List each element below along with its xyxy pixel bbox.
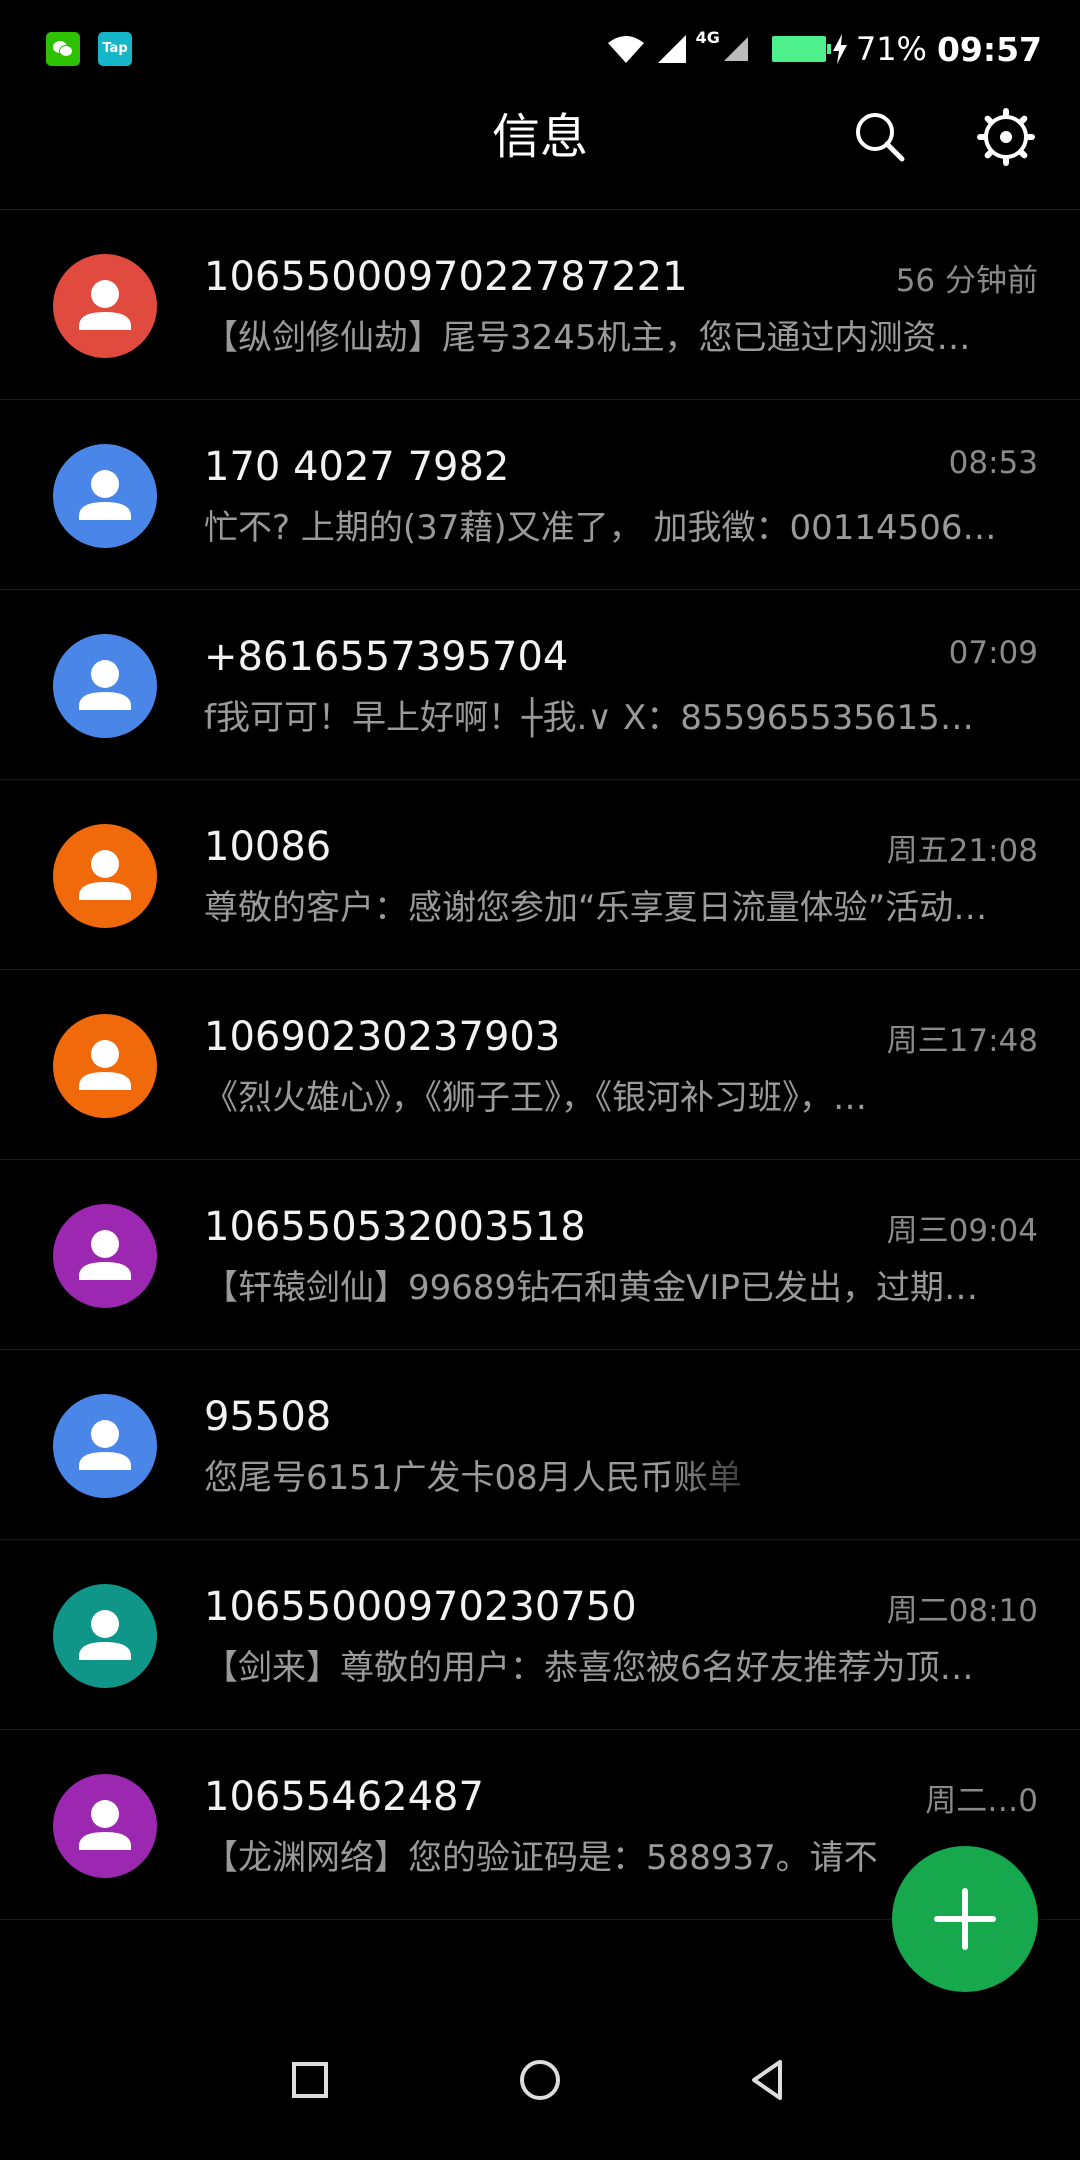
- conversation-timestamp: 56 分钟前: [895, 263, 1038, 299]
- battery-icon: [771, 36, 831, 62]
- conversation-sender: 10690230237903: [204, 1014, 561, 1060]
- network-type-label: 4G: [695, 28, 720, 47]
- conversation-row[interactable]: +8616557395704 07:09 f我可可！早上好啊！┼我.∨ X：8559…: [0, 590, 1080, 780]
- person-icon: [79, 1040, 131, 1090]
- conversation-timestamp: 周三17:48: [886, 1023, 1038, 1059]
- status-bar: Tap 4G 71% 09:57: [0, 0, 1080, 95]
- contact-avatar[interactable]: [53, 444, 157, 548]
- conversation-timestamp: 07:09: [948, 635, 1038, 671]
- conversation-sender: 170 4027 7982: [204, 444, 510, 490]
- conversation-timestamp: 08:53: [948, 445, 1038, 481]
- conversation-row[interactable]: 10690230237903 周三17:48 《烈火雄心》，《狮子王》，《银河补习班…: [0, 970, 1080, 1160]
- conversation-preview: 尊敬的客户：感谢您参加“乐享夏日流量体验”活动…: [204, 888, 988, 928]
- wifi-icon: [607, 36, 644, 63]
- wechat-notification-icon: [46, 32, 80, 66]
- settings-button[interactable]: [976, 107, 1036, 167]
- conversation-sender: +8616557395704: [204, 634, 569, 680]
- person-icon: [79, 660, 131, 710]
- conversation-preview: 《烈火雄心》，《狮子王》，《银河补习班》，…: [204, 1078, 867, 1118]
- conversation-sender: 1065500097022787221: [204, 254, 688, 300]
- person-icon: [79, 1230, 131, 1280]
- signal-strength-icon: [657, 35, 686, 63]
- conversation-list[interactable]: 【苏宁】新客有礼！开通任性贷即返20元，拒就…10655000970227872…: [0, 210, 1080, 2000]
- page-title: 信息: [491, 109, 588, 165]
- charging-bolt-icon: [832, 34, 847, 64]
- app-header: 信息: [0, 95, 1080, 210]
- person-icon: [79, 1610, 131, 1660]
- clock: 09:57: [936, 29, 1042, 69]
- settings-gear-icon: [977, 108, 1035, 166]
- back-triangle-icon[interactable]: [736, 2048, 800, 2112]
- conversation-sender: 10655000970230750: [204, 1584, 637, 1630]
- search-icon: [856, 113, 905, 162]
- conversation-row[interactable]: 10086 周五21:08 尊敬的客户：感谢您参加“乐享夏日流量体验”活动…: [0, 780, 1080, 970]
- battery-percent: 71%: [855, 30, 927, 68]
- conversation-row[interactable]: 95508 您尾号6151广发卡08月人民币账单: [0, 1350, 1080, 1540]
- contact-avatar[interactable]: [53, 1584, 157, 1688]
- conversation-sender: 95508: [204, 1394, 332, 1440]
- contact-avatar[interactable]: [53, 254, 157, 358]
- contact-avatar[interactable]: [53, 1014, 157, 1118]
- conversation-timestamp: 周二…0: [925, 1783, 1038, 1819]
- person-icon: [79, 1420, 131, 1470]
- person-icon: [79, 1800, 131, 1850]
- conversation-timestamp: 周二08:10: [886, 1593, 1038, 1629]
- person-icon: [79, 280, 131, 330]
- conversation-sender: 10086: [204, 824, 332, 870]
- contact-avatar[interactable]: [53, 634, 157, 738]
- person-icon: [79, 470, 131, 520]
- contact-avatar[interactable]: [53, 1394, 157, 1498]
- conversation-timestamp: 周五21:08: [886, 833, 1038, 869]
- system-navigation-bar: [0, 2000, 1080, 2160]
- conversation-timestamp: 周三09:04: [886, 1213, 1038, 1249]
- conversation-row[interactable]: 170 4027 7982 08:53 忙不? 上期的(37藉)又准了， 加我徵：0…: [0, 400, 1080, 590]
- tap-notification-icon: Tap: [98, 32, 132, 66]
- conversation-row[interactable]: 1065500097022787221 56 分钟前【纵剑修仙劫】尾号3245机主…: [0, 210, 1080, 400]
- contact-avatar[interactable]: [53, 1774, 157, 1878]
- conversation-sender: 106550532003518: [204, 1204, 586, 1250]
- new-message-button[interactable]: [892, 1846, 1038, 1992]
- conversation-preview: 【纵剑修仙劫】尾号3245机主，您已通过内测资…: [204, 318, 971, 358]
- signal-strength-secondary-icon: [723, 37, 748, 61]
- person-icon: [79, 850, 131, 900]
- conversation-preview: 【轩辕剑仙】99689钻石和黄金VIP已发出，过期…: [204, 1268, 978, 1308]
- conversation-row[interactable]: 10655000970230750 周二08:10 【剑来】尊敬的用户：恭喜您被6名…: [0, 1540, 1080, 1730]
- conversation-preview: 您尾号6151广发卡08月人民币账单: [204, 1458, 742, 1498]
- search-button[interactable]: [850, 107, 910, 167]
- conversation-sender: 10655462487: [204, 1774, 484, 1820]
- plus-icon: [934, 1888, 996, 1950]
- conversation-preview: f我可可！早上好啊！┼我.∨ X：855965535615…: [204, 698, 974, 738]
- conversation-preview: 忙不? 上期的(37藉)又准了， 加我徵：00114506…: [204, 508, 997, 548]
- conversation-row[interactable]: 106550532003518 周三09:04 【轩辕剑仙】99689钻石和黄金VI…: [0, 1160, 1080, 1350]
- home-circle-icon[interactable]: [508, 2048, 572, 2112]
- recent-apps-square-icon[interactable]: [278, 2048, 342, 2112]
- contact-avatar[interactable]: [53, 824, 157, 928]
- conversation-preview: 【剑来】尊敬的用户：恭喜您被6名好友推荐为顶…: [204, 1648, 974, 1688]
- contact-avatar[interactable]: [53, 1204, 157, 1308]
